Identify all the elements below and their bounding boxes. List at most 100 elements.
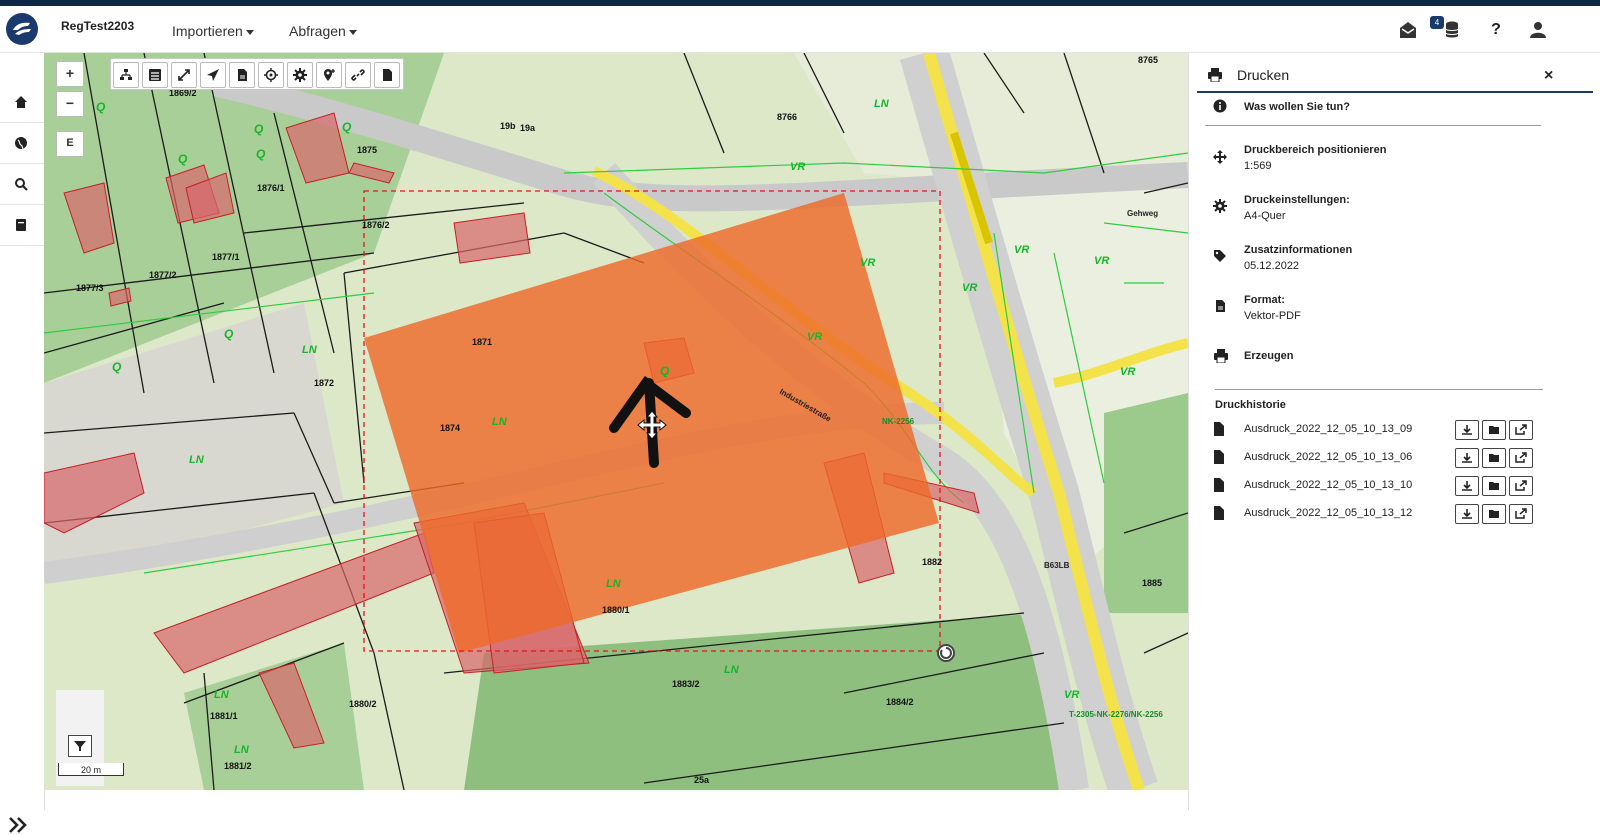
download-button[interactable] [1455,448,1479,468]
share-button[interactable] [1509,448,1533,468]
crosshair-icon [264,68,278,82]
step-position-title[interactable]: Druckbereich positionieren [1244,144,1386,156]
map-canvas[interactable]: 1869/2 1875 1876/1 1876/2 1877/1 1877/2 1877/3… [44,53,1188,790]
expand-sidebar-icon[interactable] [8,815,30,835]
download-button[interactable] [1455,420,1479,440]
folder-button[interactable] [1482,448,1506,468]
tree-button[interactable] [113,62,139,88]
close-icon: × [1544,67,1554,84]
user-icon [1530,22,1546,38]
map-label: 1877/2 [149,270,177,280]
history-file-name: Ausdruck_2022_12_05_10_13_12 [1244,507,1413,519]
globe-icon [15,137,27,150]
file-icon [1214,422,1224,436]
step-info-title[interactable]: Zusatzinformationen [1244,244,1352,256]
map-label: Q [342,120,352,134]
link-button[interactable] [345,62,371,88]
step-settings-title[interactable]: Druckeinstellungen: [1244,194,1350,206]
sidebar-item-book[interactable] [0,205,44,246]
list-button[interactable] [142,62,168,88]
add-location-button[interactable] [316,62,342,88]
zoom-out-button[interactable]: − [56,91,84,117]
panel-header: Drucken × [1197,63,1593,93]
folder-icon [1489,482,1499,490]
map-label: Q [254,122,264,136]
notifications-button[interactable] [1396,18,1420,42]
map-label: 1875 [357,145,377,155]
folder-button[interactable] [1482,476,1506,496]
share-icon [1515,508,1527,519]
settings-button[interactable] [287,62,313,88]
download-icon [1462,425,1472,435]
map-label: Q [178,152,188,166]
map-label: 1883/2 [672,679,700,689]
help-button[interactable]: ? [1484,18,1508,42]
map-label: VR [1094,255,1109,267]
map-label: VR [1120,366,1135,378]
file-icon [1214,506,1224,520]
map-label: 1882 [922,557,942,567]
share-icon [1515,452,1527,463]
filter-button[interactable] [68,735,92,757]
crosshair-button[interactable] [258,62,284,88]
map-label: LN [234,744,250,756]
sidebar-item-globe[interactable] [0,123,44,164]
map-label: 1874 [440,423,460,433]
file-icon [1214,450,1224,464]
map-label: Q [112,360,122,374]
map-label: 25a [694,775,710,785]
folder-icon [1489,426,1499,434]
chevron-down-icon [245,29,254,35]
step-format-title[interactable]: Format: [1244,294,1285,306]
database-button[interactable] [1440,18,1464,42]
folder-button[interactable] [1482,504,1506,524]
step-info-value: 05.12.2022 [1244,260,1300,272]
inbox-icon [1400,22,1416,38]
sidebar-item-home[interactable] [0,82,44,123]
folder-button[interactable] [1482,420,1506,440]
navigate-button[interactable] [200,62,226,88]
map-label: VR [807,331,822,343]
file-icon [1214,478,1224,492]
map-label: T-2305-NK-2276/NK-2256 [1069,710,1163,719]
map-label: 1876/2 [362,220,390,230]
app-logo[interactable] [6,13,38,45]
link-icon [351,69,365,81]
map-label: LN [189,454,205,466]
tree-icon [120,69,132,80]
zoom-in-button[interactable]: + [56,61,84,87]
history-file-name: Ausdruck_2022_12_05_10_13_06 [1244,451,1413,463]
document-button[interactable] [229,62,255,88]
page-button[interactable] [374,62,400,88]
panel-question: Was wollen Sie tun? [1244,101,1350,113]
share-button[interactable] [1509,476,1533,496]
map-toolbar [110,58,404,90]
sidebar-item-search[interactable] [0,164,44,205]
download-button[interactable] [1455,476,1479,496]
expand-button[interactable] [171,62,197,88]
gear-icon [293,68,307,82]
map-label: 1877/1 [212,252,240,262]
generate-button[interactable]: Erzeugen [1244,350,1294,362]
share-button[interactable] [1509,504,1533,524]
file-icon [1216,300,1225,312]
navbar: RegTest2203 Importieren Abfragen 4 ? [0,6,1600,53]
user-button[interactable] [1526,18,1550,42]
extent-button[interactable]: E [56,131,84,157]
map-label: Gehweg [1127,209,1158,218]
menu-abfragen[interactable]: Abfragen [289,23,357,39]
step-format-value: Vektor-PDF [1244,310,1301,322]
close-button[interactable]: × [1544,67,1553,85]
gear-icon [1213,199,1227,213]
book-icon [16,219,26,231]
navigate-icon [207,69,219,81]
download-button[interactable] [1455,504,1479,524]
map-label: LN [492,416,508,428]
share-button[interactable] [1509,420,1533,440]
map-label: 1881/1 [210,711,238,721]
menu-importieren[interactable]: Importieren [172,23,254,39]
map-label: B63LB [1044,561,1070,570]
funnel-icon [74,741,86,751]
map-label: 1884/2 [886,697,914,707]
history-row: Ausdruck_2022_12_05_10_13_06 [1189,448,1600,470]
